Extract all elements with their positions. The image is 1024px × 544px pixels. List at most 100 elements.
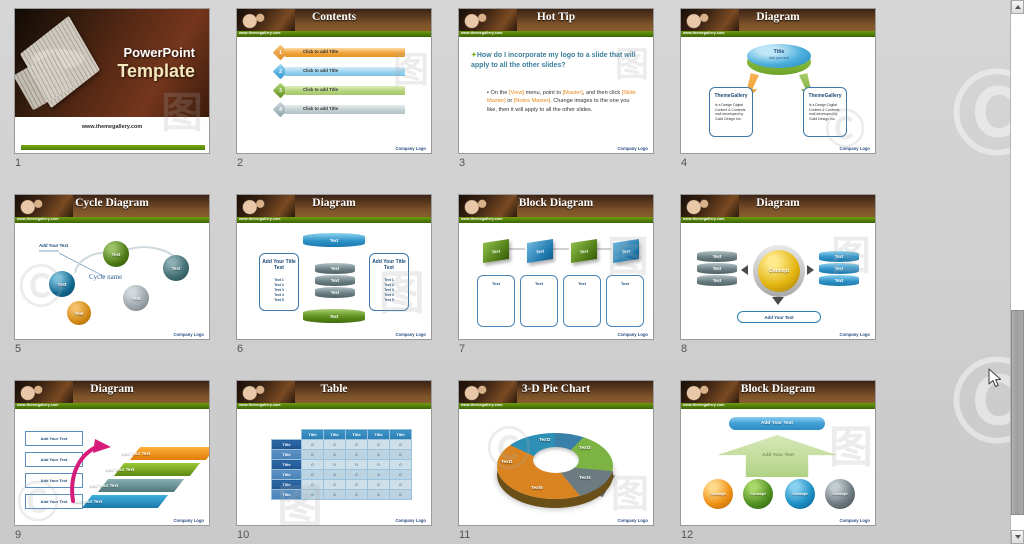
hot-tip-question-text: How do I incorporate my logo to a slide … — [471, 52, 636, 70]
bottom-pill[interactable]: Add Your Text — [737, 311, 821, 323]
slide-header: Cycle Diagram — [15, 195, 209, 217]
table-row-header: Title — [271, 449, 302, 460]
slide-thumbnail-10[interactable]: Table www.themegallery.com Title Title T… — [236, 380, 432, 526]
cylinder-middle: Text — [315, 287, 355, 298]
contents-row: 3 Click to add Title — [272, 82, 405, 99]
pie-slice-label: Text2 — [539, 437, 551, 442]
slide-header: Hot Tip — [459, 9, 653, 31]
concept-sphere: Concept — [825, 479, 855, 509]
slide-cell-6: Diagram www.themegallery.com Text Text T… — [236, 194, 432, 355]
left-cylinder: Text — [697, 251, 737, 262]
slide-thumbnail-3[interactable]: Hot Tip www.themegallery.com ✦How do I i… — [458, 8, 654, 154]
slide-title: Contents — [311, 11, 357, 23]
slide-number: 7 — [459, 343, 466, 355]
chevron-up-icon — [1014, 5, 1021, 9]
slide-thumbnail-11[interactable]: 3-D Pie Chart www.themegallery.com Text1… — [458, 380, 654, 526]
title-green-bar — [21, 145, 205, 150]
content-box: Text — [563, 275, 601, 327]
slide-thumbnail-9[interactable]: Diagram www.themegallery.com Add Your Te… — [14, 380, 210, 526]
scrollbar-thumb[interactable] — [1011, 310, 1024, 515]
slide-thumbnail-6[interactable]: Diagram www.themegallery.com Text Text T… — [236, 194, 432, 340]
pie-slice-label: Text4 — [579, 475, 591, 480]
company-logo: Company Logo — [839, 146, 870, 151]
table-header-row: Title Title Title Title Title — [271, 429, 412, 440]
table-corner-cell — [271, 429, 302, 440]
slide-number: 11 — [459, 529, 471, 541]
cycle-node: Text — [49, 271, 75, 297]
slide-cell-5: Cycle Diagram www.themegallery.com Text … — [14, 194, 210, 355]
scroll-up-button[interactable] — [1011, 0, 1024, 14]
table-row: Title 0 0 0 0 0 — [271, 469, 412, 480]
oval-title: Title — [773, 49, 785, 55]
table-row: Title 0 0 0 0 0 — [271, 439, 412, 450]
table-row-header: Title — [271, 469, 302, 480]
slide-title: Hot Tip — [536, 11, 576, 23]
info-box: ThemeGallery is a Design Digital Content… — [803, 87, 847, 137]
top-pill[interactable]: Add Your Text — [729, 417, 825, 430]
slide-number: 6 — [237, 343, 244, 355]
table-cell: 0 — [301, 449, 324, 460]
company-logo: Company Logo — [173, 332, 204, 337]
side-box-title: Add Your Title Text — [372, 259, 406, 271]
table-cell: 0 — [345, 469, 368, 480]
slide-thumbnail-12[interactable]: Block Diagram www.themegallery.com Add Y… — [680, 380, 876, 526]
slide-cell-3: Hot Tip www.themegallery.com ✦How do I i… — [458, 8, 654, 169]
content-box-label: Text — [621, 281, 629, 286]
data-table: Title Title Title Title Title Title 0 0 … — [271, 429, 412, 500]
concept-circle: Concept — [758, 250, 800, 292]
slide-thumbnail-2[interactable]: Contents www.themegallery.com 1 Click to… — [236, 8, 432, 154]
slide-thumbnail-8[interactable]: Diagram www.themegallery.com Concept Tex… — [680, 194, 876, 340]
content-box: Text — [520, 275, 558, 327]
pie-slice-label: Text1 — [501, 459, 513, 464]
slide-body: Concept Text Text Text Text Text Text Ad… — [681, 223, 875, 339]
table-cell: 0 — [389, 459, 412, 470]
scroll-down-button[interactable] — [1011, 530, 1024, 544]
slide-number: 1 — [15, 157, 22, 169]
concept-sphere: Concept — [703, 479, 733, 509]
content-box: Text — [477, 275, 515, 327]
table-row-header: Title — [271, 459, 302, 470]
slide-thumbnail-5[interactable]: Cycle Diagram www.themegallery.com Text … — [14, 194, 210, 340]
scrollbar-track[interactable] — [1011, 14, 1024, 530]
slide-title: Table — [320, 383, 348, 395]
company-logo: Company Logo — [617, 332, 648, 337]
slide-cell-2: Contents www.themegallery.com 1 Click to… — [236, 8, 432, 169]
table-cell: 0 — [389, 479, 412, 490]
title-url: www.themegallery.com — [81, 124, 143, 130]
info-box: ThemeGallery is a Design Digital Content… — [709, 87, 753, 137]
slide-thumbnail-7[interactable]: Block Diagram www.themegallery.com Text … — [458, 194, 654, 340]
slide-body: 1 Click to add Title 2 Click to add Titl… — [237, 37, 431, 153]
cylinder-middle: Text — [315, 263, 355, 274]
pie-slice-label: Text5 — [531, 485, 543, 490]
chevron-down-icon — [1014, 535, 1021, 539]
table-cell: 0 — [301, 439, 324, 450]
slide-number: 3 — [459, 157, 466, 169]
pink-arrow-icon — [70, 439, 111, 503]
hot-tip-question: ✦How do I incorporate my logo to a slide… — [471, 51, 643, 71]
header-url: www.themegallery.com — [239, 216, 281, 221]
table-cell: 0 — [345, 479, 368, 490]
slide-header: Diagram — [681, 195, 875, 217]
cube-block: Text — [613, 238, 639, 264]
table-row-header: Title — [271, 439, 302, 450]
slide-body: Text Text Text Text Text Add Your Text C… — [15, 223, 209, 339]
table-cell: 0 — [367, 469, 390, 480]
slide-header: Table — [237, 381, 431, 403]
table-column-header: Title — [367, 429, 390, 440]
table-cell: 0 — [323, 489, 346, 500]
company-logo: Company Logo — [395, 332, 426, 337]
vertical-scrollbar[interactable] — [1010, 0, 1024, 544]
header-url: www.themegallery.com — [239, 30, 281, 35]
side-box: Add Your Title Text Text 1 Text 2 Text 3… — [259, 253, 299, 311]
slide-thumbnail-1[interactable]: PowerPoint Template www.themegallery.com… — [14, 8, 210, 154]
table-cell: 0 — [367, 449, 390, 460]
cylinder-bottom: Text — [303, 309, 365, 323]
right-cylinder: Text — [819, 263, 859, 274]
slide-title: Block Diagram — [740, 383, 816, 395]
table-cell: 0 — [301, 459, 324, 470]
right-cylinder: Text — [819, 275, 859, 286]
slide-thumbnail-4[interactable]: Diagram www.themegallery.com Title Add y… — [680, 8, 876, 154]
title-white-strip — [15, 117, 209, 147]
slide-watermark: 图 — [829, 422, 873, 473]
slide-title: Diagram — [312, 197, 356, 209]
